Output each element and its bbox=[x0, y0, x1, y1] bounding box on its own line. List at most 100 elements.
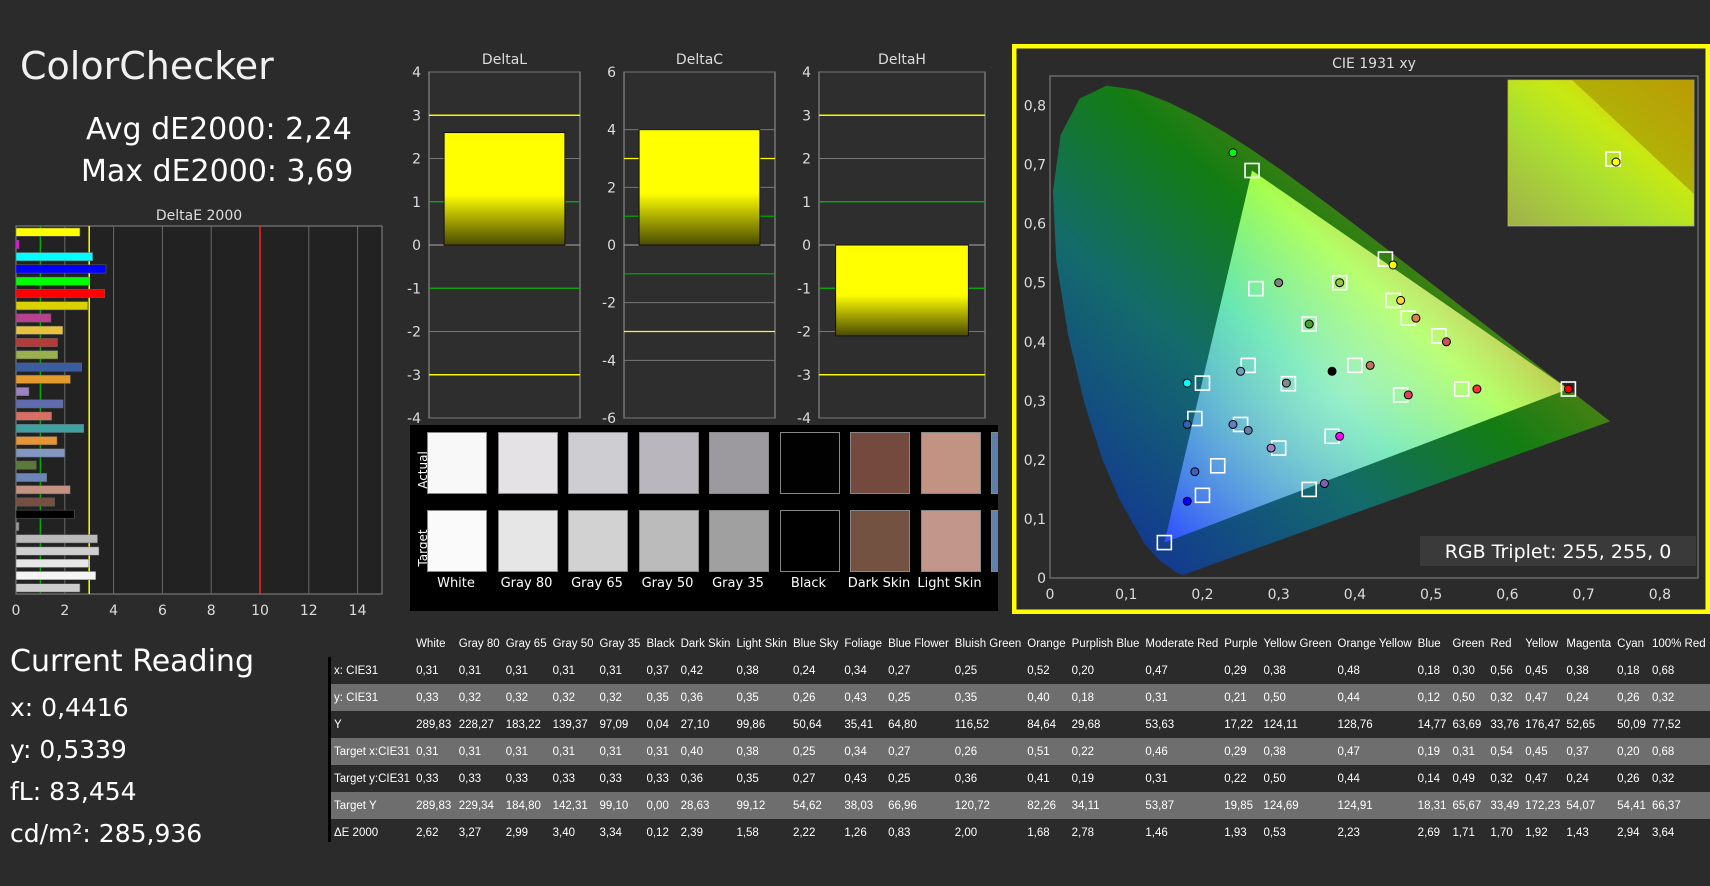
deltah-tick-label: -1 bbox=[797, 281, 811, 297]
max-de2000: Max dE2000: 3,69 bbox=[81, 154, 354, 189]
table-cell: 124,91 bbox=[1334, 792, 1415, 819]
cie-x-tick-label: 0 bbox=[1046, 587, 1055, 603]
table-cell: 66,96 bbox=[885, 792, 952, 819]
current-y: y: 0,5339 bbox=[10, 735, 127, 764]
table-cell: 0,25 bbox=[951, 657, 1025, 684]
cie-measured-point bbox=[1182, 419, 1192, 429]
cie-measured-point bbox=[1190, 467, 1200, 477]
deltae-bar bbox=[15, 374, 71, 384]
table-cell: 97,09 bbox=[596, 711, 644, 738]
table-cell: 2,78 bbox=[1068, 819, 1143, 842]
table-cell: 289,83 bbox=[413, 792, 456, 819]
cie-x-tick-label: 0,5 bbox=[1420, 587, 1442, 603]
table-row: x: CIE31 0,31 0,31 0,31 0,31 0,31 0,37 0,42 0,38… bbox=[328, 657, 1710, 684]
deltae-bar bbox=[15, 313, 52, 323]
table-cell: 2,94 bbox=[1614, 819, 1649, 842]
table-cell: 0,33 bbox=[549, 765, 597, 792]
table-cell: 0,40 bbox=[677, 738, 734, 765]
deltae-bar bbox=[15, 534, 98, 544]
table-cell: 0,35 bbox=[643, 684, 678, 711]
table-row: ΔE 2000 2,62 3,27 2,99 3,40 3,34 0,12 2,39 1,58 2… bbox=[328, 819, 1710, 842]
table-cell: 0,32 bbox=[1487, 765, 1523, 792]
table-cell: 0,46 bbox=[1142, 738, 1222, 765]
page-title: ColorChecker bbox=[20, 44, 274, 88]
table-cell: 35,41 bbox=[841, 711, 886, 738]
table-cell: 50,64 bbox=[789, 711, 842, 738]
table-cell: 0,31 bbox=[1142, 765, 1222, 792]
table-row-label: y: CIE31 bbox=[328, 684, 414, 711]
deltah-tick-label: -3 bbox=[797, 368, 811, 384]
table-cell: 53,87 bbox=[1142, 792, 1222, 819]
table-cell: 0,26 bbox=[789, 684, 842, 711]
deltac-bar bbox=[638, 129, 761, 246]
deltae-bar bbox=[15, 350, 58, 360]
table-cell: 142,31 bbox=[549, 792, 597, 819]
table-cell: 0,54 bbox=[1487, 738, 1523, 765]
deltac-title: DeltaC bbox=[676, 52, 723, 68]
cie-x-tick-label: 0,4 bbox=[1344, 587, 1366, 603]
table-cell: 0,50 bbox=[1449, 684, 1488, 711]
table-cell: 0,19 bbox=[1068, 765, 1143, 792]
table-column-header: Purplish Blue bbox=[1068, 630, 1143, 657]
table-cell: 0,18 bbox=[1614, 657, 1649, 684]
table-column-header: Gray 65 bbox=[502, 630, 550, 657]
deltah-title: DeltaH bbox=[878, 52, 926, 68]
table-cell: 0,37 bbox=[1563, 738, 1615, 765]
deltal-chart: DeltaL 4 3 2 1 0 -1 -2 -3 -4 bbox=[407, 52, 581, 424]
table-cell: 0,32 bbox=[596, 684, 644, 711]
table-column-header: Red bbox=[1487, 630, 1523, 657]
deltae-bar bbox=[15, 362, 82, 372]
table-cell: 52,65 bbox=[1563, 711, 1615, 738]
table-cell: 0,31 bbox=[413, 738, 456, 765]
table-cell: 128,76 bbox=[1334, 711, 1415, 738]
table-column-header: Blue bbox=[1414, 630, 1450, 657]
table-cell: 0,32 bbox=[1487, 684, 1523, 711]
table-column-header: Gray 80 bbox=[455, 630, 503, 657]
current-fl: fL: 83,454 bbox=[10, 777, 137, 806]
deltae-bar bbox=[15, 571, 97, 580]
table-cell: 2,69 bbox=[1414, 819, 1450, 842]
deltae-bar bbox=[15, 522, 20, 531]
table-cell: 33,49 bbox=[1487, 792, 1523, 819]
table-cell: 0,50 bbox=[1260, 684, 1335, 711]
table-cell: 0,27 bbox=[885, 657, 952, 684]
table-cell: 0,29 bbox=[1221, 738, 1261, 765]
table-cell: 0,83 bbox=[885, 819, 952, 842]
table-cell: 0,36 bbox=[951, 765, 1025, 792]
table-cell: 228,27 bbox=[455, 711, 503, 738]
table-cell: 0,35 bbox=[951, 684, 1025, 711]
deltae-tick-label: 2 bbox=[60, 603, 69, 619]
table-row-label: ΔE 2000 bbox=[328, 819, 414, 842]
table-column-header: Light Skin bbox=[733, 630, 790, 657]
table-column-header: Moderate Red bbox=[1142, 630, 1222, 657]
table-cell: 120,72 bbox=[951, 792, 1025, 819]
table-cell: 0,26 bbox=[951, 738, 1025, 765]
table-cell: 38,03 bbox=[841, 792, 886, 819]
table-cell: 1,46 bbox=[1142, 819, 1222, 842]
table-cell: 54,62 bbox=[789, 792, 842, 819]
table-cell: 2,99 bbox=[502, 819, 550, 842]
deltae-bar bbox=[15, 264, 107, 274]
table-cell: 0,68 bbox=[1648, 738, 1709, 765]
cie-measured-point bbox=[1335, 278, 1345, 288]
table-cell: 0,50 bbox=[1260, 765, 1335, 792]
cie-y-tick-label: 0,1 bbox=[1024, 512, 1046, 528]
table-cell: 0,45 bbox=[1522, 657, 1564, 684]
cie-measured-point bbox=[1388, 260, 1398, 270]
cie-measured-point bbox=[1411, 313, 1421, 323]
table-row: Target Y 289,83 229,34 184,80 142,31 99,10 0,0… bbox=[328, 792, 1710, 819]
cie-measured-point bbox=[1365, 360, 1375, 370]
table-cell: 229,34 bbox=[455, 792, 503, 819]
table-cell: 0,24 bbox=[1563, 684, 1615, 711]
deltae-bar bbox=[15, 558, 90, 568]
deltah-bar bbox=[835, 244, 969, 337]
cie-measured-point bbox=[1228, 148, 1238, 158]
deltal-tick-label: -4 bbox=[407, 411, 421, 424]
table-cell: 77,52 bbox=[1648, 711, 1709, 738]
table-cell: 1,93 bbox=[1221, 819, 1261, 842]
table-row: Target y:CIE31 0,33 0,33 0,33 0,33 0,33 0,33 0,… bbox=[328, 765, 1710, 792]
table-cell: 0,38 bbox=[1260, 657, 1335, 684]
deltal-title: DeltaL bbox=[482, 52, 527, 68]
table-cell: 82,26 bbox=[1024, 792, 1069, 819]
table-cell: 0,19 bbox=[1414, 738, 1450, 765]
